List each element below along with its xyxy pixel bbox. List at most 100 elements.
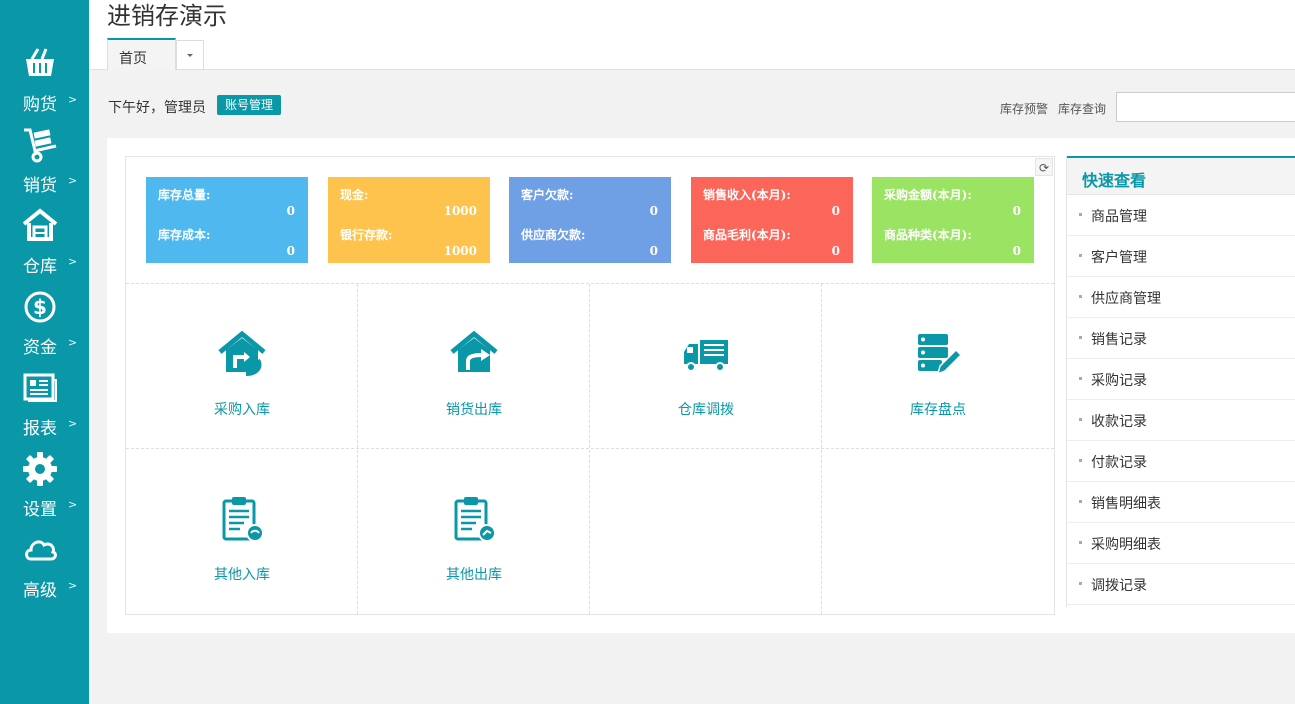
quick-link-customers[interactable]: 客户管理 — [1067, 236, 1295, 277]
quick-link-label: 采购明细表 — [1091, 537, 1161, 553]
chevron-right-icon: > — [68, 498, 78, 511]
quick-link-payment-records[interactable]: 付款记录 — [1067, 441, 1295, 482]
sidebar-item-label: 报表 — [23, 419, 57, 439]
quick-link-label: 采购记录 — [1091, 373, 1147, 389]
stat-value: 1000 — [443, 244, 477, 258]
stock-warning-link[interactable]: 库存预警 — [1000, 100, 1048, 117]
sidebar-item-label: 资金 — [23, 338, 57, 358]
stat-label: 现金: — [340, 188, 369, 202]
bullet-icon — [1079, 418, 1082, 421]
tile-label: 采购入库 — [214, 402, 270, 418]
report-icon — [23, 373, 57, 402]
quick-link-sales-detail[interactable]: 销售明细表 — [1067, 482, 1295, 523]
stat-label: 客户欠款: — [521, 188, 574, 202]
bullet-icon — [1079, 541, 1082, 544]
quick-view-panel: 快速查看 商品管理 客户管理 供应商管理 销售记录 采购记录 收款记录 付款记录… — [1066, 156, 1295, 607]
quick-link-transfer-records[interactable]: 调拨记录 — [1067, 564, 1295, 605]
sidebar-item-advanced[interactable]: 高级 > — [0, 532, 89, 613]
quick-link-receipt-records[interactable]: 收款记录 — [1067, 400, 1295, 441]
house-out-icon — [450, 330, 498, 372]
stat-card-cash: 现金: 1000 银行存款: 1000 — [328, 177, 490, 263]
cloud-icon — [25, 540, 57, 561]
stat-value: 0 — [286, 204, 295, 218]
sidebar-item-label: 仓库 — [23, 257, 57, 277]
sidebar-item-warehouse[interactable]: 仓库 > — [0, 208, 89, 289]
quick-link-label: 客户管理 — [1091, 250, 1147, 266]
stat-card-inventory: 库存总量: 0 库存成本: 0 — [146, 177, 308, 263]
quick-link-sales-records[interactable]: 销售记录 — [1067, 318, 1295, 359]
chevron-right-icon: > — [68, 255, 78, 268]
sidebar-item-label: 高级 — [23, 581, 57, 601]
tile-label: 库存盘点 — [910, 402, 966, 418]
stat-value: 0 — [831, 204, 840, 218]
clipboard-out-icon — [454, 497, 496, 542]
chevron-right-icon: > — [68, 579, 78, 592]
sidebar-item-purchase[interactable]: 购货 > — [0, 46, 89, 127]
stat-value: 0 — [831, 244, 840, 258]
quick-link-label: 商品管理 — [1091, 209, 1147, 225]
quick-link-suppliers[interactable]: 供应商管理 — [1067, 277, 1295, 318]
stat-label: 销售收入(本月): — [703, 188, 791, 202]
stat-value: 0 — [649, 244, 658, 258]
quick-link-purchase-detail[interactable]: 采购明细表 — [1067, 523, 1295, 564]
tile-warehouse-transfer[interactable]: 仓库调拨 — [590, 284, 822, 449]
quick-link-label: 付款记录 — [1091, 455, 1147, 471]
sidebar-item-settings[interactable]: 设置 > — [0, 451, 89, 532]
sidebar-item-sales[interactable]: 销货 > — [0, 127, 89, 208]
stat-value: 0 — [649, 204, 658, 218]
tile-purchase-inbound[interactable]: 采购入库 — [126, 284, 358, 449]
sidebar-item-label: 销货 — [23, 176, 57, 196]
header: 进销存演示 首页 — [89, 0, 1295, 70]
chevron-right-icon: > — [68, 93, 78, 106]
quick-link-label: 销售明细表 — [1091, 496, 1161, 512]
truck-icon — [684, 340, 728, 372]
stat-value: 0 — [1012, 204, 1021, 218]
stat-card-debts: 客户欠款: 0 供应商欠款: 0 — [509, 177, 671, 263]
refresh-icon[interactable]: ⟳ — [1035, 158, 1053, 176]
clipboard-in-icon — [222, 497, 264, 542]
quick-link-label: 收款记录 — [1091, 414, 1147, 430]
stat-label: 商品毛利(本月): — [703, 228, 791, 242]
quick-view-title: 快速查看 — [1082, 171, 1147, 190]
stat-label: 采购金额(本月): — [884, 188, 972, 202]
quick-link-purchase-records[interactable]: 采购记录 — [1067, 359, 1295, 400]
tab-dropdown-button[interactable] — [176, 40, 204, 70]
bullet-icon — [1079, 500, 1082, 503]
sidebar: 购货 > 销货 > 仓库 > $ 资金 > 报表 > 设置 > 高级 > — [0, 0, 89, 704]
stat-card-purchases: 采购金额(本月): 0 商品种类(本月): 0 — [872, 177, 1034, 263]
basket-icon — [26, 48, 54, 76]
tile-sales-outbound[interactable]: 销货出库 — [358, 284, 590, 449]
tile-inventory-check[interactable]: 库存盘点 — [822, 284, 1054, 449]
stat-value: 1000 — [443, 204, 477, 218]
chevron-right-icon: > — [68, 336, 78, 349]
bullet-icon — [1079, 213, 1082, 216]
stat-label: 商品种类(本月): — [884, 228, 972, 242]
caret-down-icon — [187, 54, 193, 57]
quick-link-label: 销售记录 — [1091, 332, 1147, 348]
sidebar-item-reports[interactable]: 报表 > — [0, 370, 89, 451]
stock-query-input[interactable] — [1116, 92, 1295, 122]
bullet-icon — [1079, 582, 1082, 585]
bullet-icon — [1079, 377, 1082, 380]
account-management-button[interactable]: 账号管理 — [217, 95, 281, 115]
tile-label: 仓库调拨 — [678, 402, 734, 418]
sidebar-item-label: 购货 — [23, 95, 57, 115]
sidebar-item-funds[interactable]: $ 资金 > — [0, 289, 89, 370]
stat-label: 银行存款: — [340, 228, 393, 242]
stat-value: 0 — [286, 244, 295, 258]
quick-view-header: 快速查看 — [1067, 156, 1295, 195]
quick-link-products[interactable]: 商品管理 — [1067, 195, 1295, 236]
tile-other-outbound[interactable]: 其他出库 — [358, 449, 590, 614]
warehouse-icon — [22, 208, 58, 241]
tile-other-inbound[interactable]: 其他入库 — [126, 449, 358, 614]
app-title: 进销存演示 — [107, 2, 227, 30]
tab-home[interactable]: 首页 — [107, 38, 176, 70]
bullet-icon — [1079, 254, 1082, 257]
tile-label: 销货出库 — [446, 402, 502, 418]
tile-label: 其他出库 — [446, 567, 502, 583]
tile-label: 其他入库 — [214, 567, 270, 583]
server-edit-icon — [918, 334, 962, 376]
quick-link-label: 调拨记录 — [1091, 578, 1147, 594]
stat-card-sales: 销售收入(本月): 0 商品毛利(本月): 0 — [691, 177, 853, 263]
greeting-text: 下午好，管理员 — [108, 100, 206, 116]
